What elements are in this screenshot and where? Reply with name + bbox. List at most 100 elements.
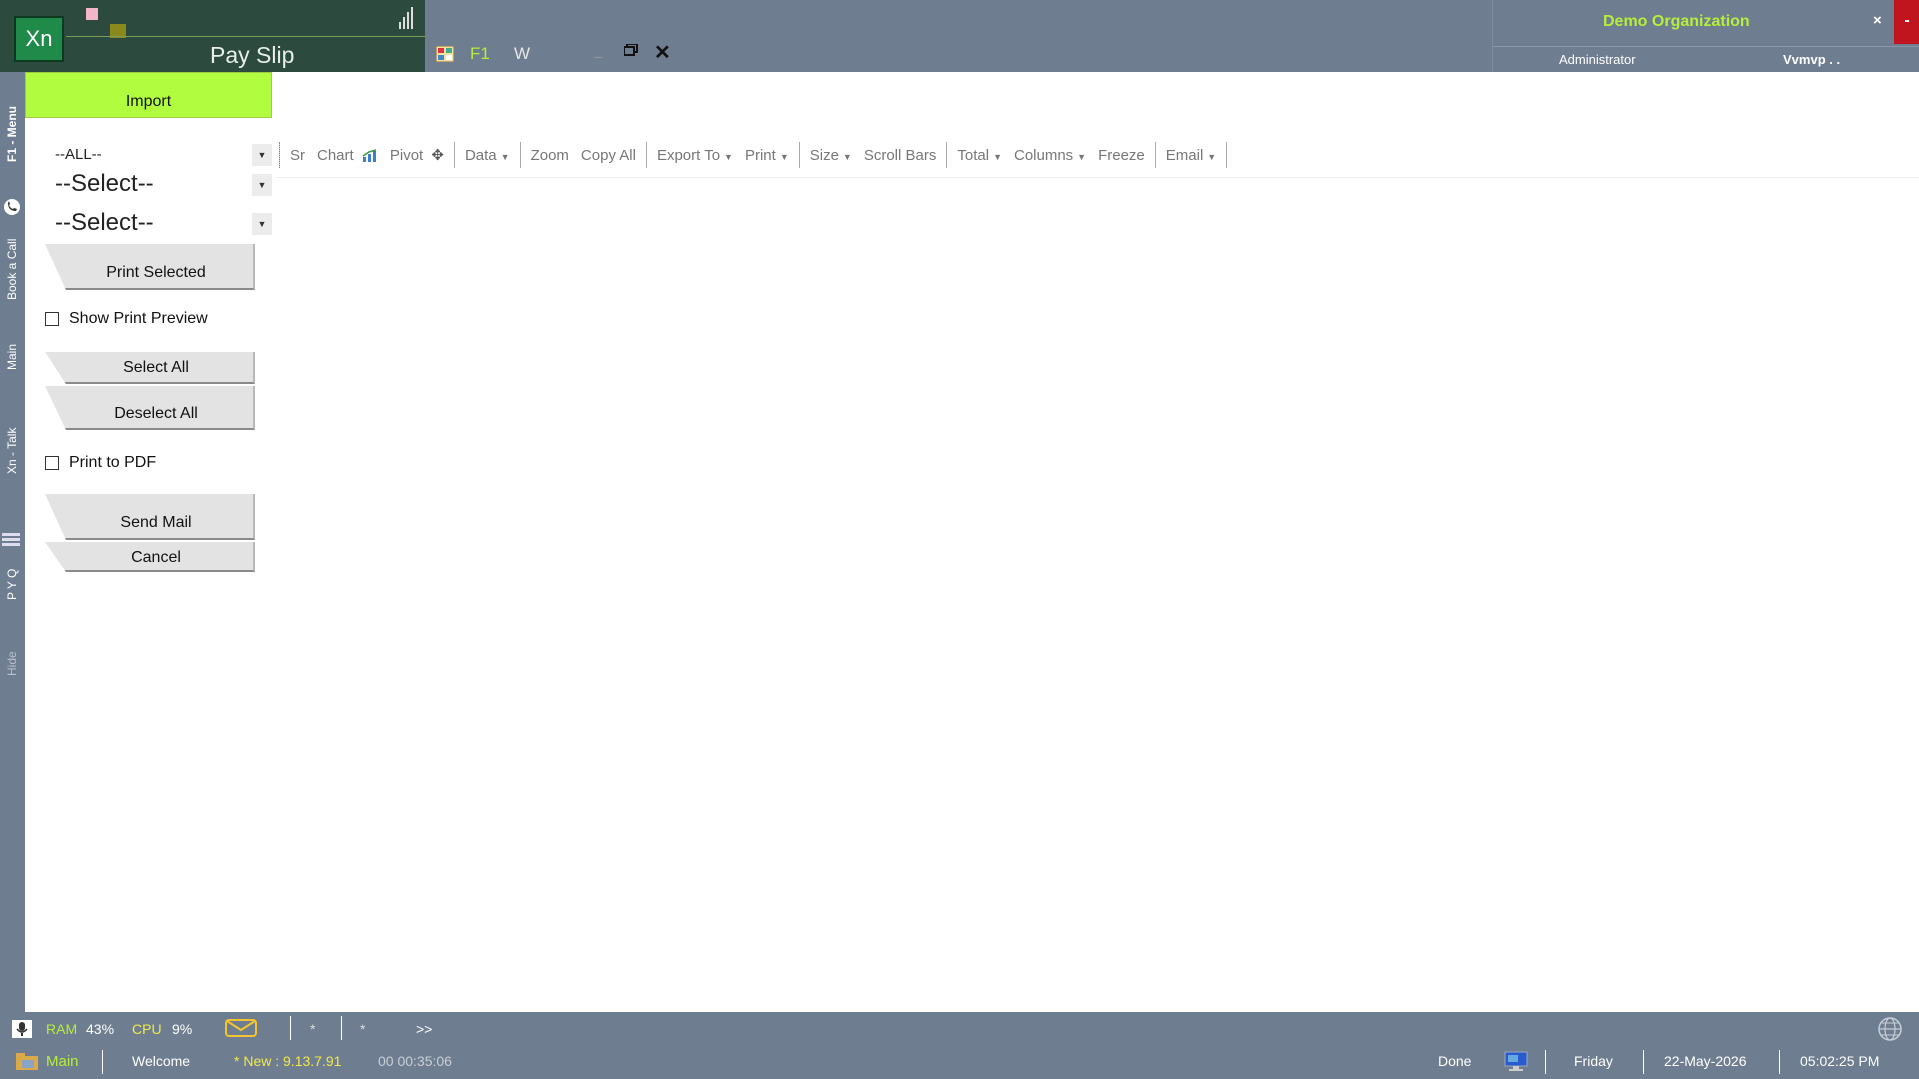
side-tab-hide[interactable]: Hide <box>0 642 25 682</box>
more-button[interactable]: >> <box>416 1021 432 1037</box>
restore-icon[interactable] <box>624 44 638 56</box>
side-tab-xn-talk[interactable]: Xn - Talk <box>0 422 25 482</box>
show-print-preview-label: Show Print Preview <box>69 310 208 327</box>
new-version-label[interactable]: * New : 9.13.7.91 <box>234 1053 341 1069</box>
toolbar-grip[interactable] <box>279 142 280 168</box>
grid-icon[interactable] <box>436 46 454 62</box>
pivot-label: Pivot <box>389 147 424 164</box>
chart-icon <box>362 148 377 162</box>
side-tab-pyq-label: P Y Q <box>5 568 19 600</box>
filter-dropdown-select-1[interactable]: --Select-- ▼ <box>47 170 272 200</box>
filter-dropdown-all-value: --ALL-- <box>55 146 102 163</box>
print-selected-button[interactable]: Print Selected <box>45 244 255 290</box>
columns-label: Columns <box>1013 146 1074 164</box>
filter-dropdown-select-1-value: --Select-- <box>55 170 154 197</box>
filter-dropdown-select-2-value: --Select-- <box>55 209 154 236</box>
side-tab-xn-talk-label: Xn - Talk <box>5 427 19 474</box>
chevron-down-icon[interactable]: ▼ <box>252 174 272 196</box>
main-area: Import --ALL-- ▼ --Select-- ▼ --Select--… <box>25 72 1919 1012</box>
side-strip: F1 - Menu Book a Call Main Xn - Talk P Y… <box>0 72 25 1012</box>
email-button[interactable]: Email ▼ <box>1160 147 1222 164</box>
columns-button[interactable]: Columns ▼ <box>1008 147 1092 164</box>
date-label: 22-May-2026 <box>1664 1053 1747 1069</box>
status-star-2[interactable]: * <box>360 1021 365 1037</box>
status-bar-bottom: Main Welcome * New : 9.13.7.91 00 00:35:… <box>0 1044 1919 1079</box>
export-to-button[interactable]: Export To ▼ <box>651 147 739 164</box>
folder-icon <box>16 1053 38 1070</box>
app-logo[interactable]: Xn <box>14 16 64 62</box>
select-all-button[interactable]: Select All <box>45 352 255 384</box>
toolbar-separator <box>1154 142 1156 168</box>
org-minus-button[interactable]: - <box>1894 0 1919 44</box>
toolbar-separator <box>645 142 647 168</box>
status-star-1[interactable]: * <box>310 1021 315 1037</box>
size-label: Size <box>809 146 839 164</box>
chevron-down-icon[interactable]: ▼ <box>252 213 272 235</box>
list-icon <box>2 533 20 546</box>
grid-toolbar: Sr Chart Pivot ✥ Data ▼ Zoom Copy All Exp… <box>275 140 1231 170</box>
toolbar-separator <box>946 142 948 168</box>
close-button[interactable]: ✕ <box>654 40 671 65</box>
show-print-preview-checkbox[interactable]: Show Print Preview <box>45 310 208 328</box>
side-tab-main[interactable]: Main <box>0 334 25 374</box>
user-name[interactable]: Vvmvp . . <box>1783 52 1840 67</box>
deselect-all-button[interactable]: Deselect All <box>45 386 255 430</box>
mail-icon[interactable] <box>225 1019 257 1037</box>
status-bar-top: RAM 43% CPU 9% * * >> <box>0 1012 1919 1044</box>
org-name[interactable]: Demo Organization <box>1603 13 1750 31</box>
side-tab-book-call-label: Book a Call <box>5 238 19 300</box>
status-divider <box>1643 1050 1644 1074</box>
status-divider <box>1779 1050 1780 1074</box>
caret-down-icon: ▼ <box>842 151 852 162</box>
sr-button[interactable]: Sr <box>284 147 311 164</box>
print-button[interactable]: Print ▼ <box>739 147 795 164</box>
data-button[interactable]: Data ▼ <box>459 147 516 164</box>
cancel-button[interactable]: Cancel <box>45 542 255 572</box>
main-tab[interactable]: Main <box>46 1053 79 1070</box>
chart-button[interactable]: Chart <box>311 147 384 164</box>
checkbox-box[interactable] <box>45 311 59 326</box>
globe-icon[interactable] <box>1877 1016 1903 1042</box>
microphone-icon[interactable] <box>12 1020 32 1038</box>
chevron-down-icon[interactable]: ▼ <box>252 144 272 166</box>
w-button[interactable]: W <box>514 44 530 64</box>
zoom-button[interactable]: Zoom <box>525 147 575 164</box>
send-mail-button[interactable]: Send Mail <box>45 494 255 540</box>
scroll-bars-button[interactable]: Scroll Bars <box>858 147 943 164</box>
chart-label: Chart <box>317 146 354 164</box>
side-tab-menu[interactable]: F1 - Menu <box>0 72 25 162</box>
side-tab-pyq[interactable]: P Y Q <box>0 550 25 610</box>
size-button[interactable]: Size ▼ <box>804 147 858 164</box>
welcome-label: Welcome <box>132 1053 191 1069</box>
time-label: 05:02:25 PM <box>1800 1053 1880 1069</box>
side-tab-book-call[interactable]: Book a Call <box>0 220 25 300</box>
toolbar-divider <box>275 177 1919 178</box>
page-title: Pay Slip <box>210 42 295 68</box>
move-icon: ✥ <box>431 147 444 164</box>
caret-down-icon: ▼ <box>993 151 1002 162</box>
filter-dropdown-select-2[interactable]: --Select-- ▼ <box>47 209 272 239</box>
org-panel: Demo Organization × - Administrator Vvmv… <box>1492 0 1919 72</box>
minimize-button[interactable]: _ <box>594 42 602 58</box>
status-divider <box>290 1016 291 1040</box>
monitor-icon[interactable] <box>1504 1051 1528 1071</box>
org-close-button[interactable]: × <box>1873 12 1882 29</box>
pink-square-icon <box>86 8 98 20</box>
total-button[interactable]: Total ▼ <box>951 147 1008 164</box>
day-label: Friday <box>1574 1053 1613 1069</box>
user-role: Administrator <box>1559 52 1636 67</box>
checkbox-box[interactable] <box>45 455 59 470</box>
filter-dropdown-all[interactable]: --ALL-- ▼ <box>47 140 272 170</box>
pivot-button[interactable]: Pivot ✥ <box>384 146 450 164</box>
freeze-button[interactable]: Freeze <box>1092 147 1151 164</box>
copy-all-button[interactable]: Copy All <box>575 147 642 164</box>
import-button[interactable]: Import <box>25 72 272 118</box>
side-tab-hide-label: Hide <box>5 651 19 676</box>
status-divider <box>341 1016 342 1040</box>
toolbar-separator <box>798 142 800 168</box>
toolbar-separator <box>1226 142 1228 168</box>
toolbar-separator <box>519 142 521 168</box>
print-to-pdf-checkbox[interactable]: Print to PDF <box>45 454 156 472</box>
org-divider <box>1493 46 1919 47</box>
f1-button[interactable]: F1 <box>470 44 490 64</box>
